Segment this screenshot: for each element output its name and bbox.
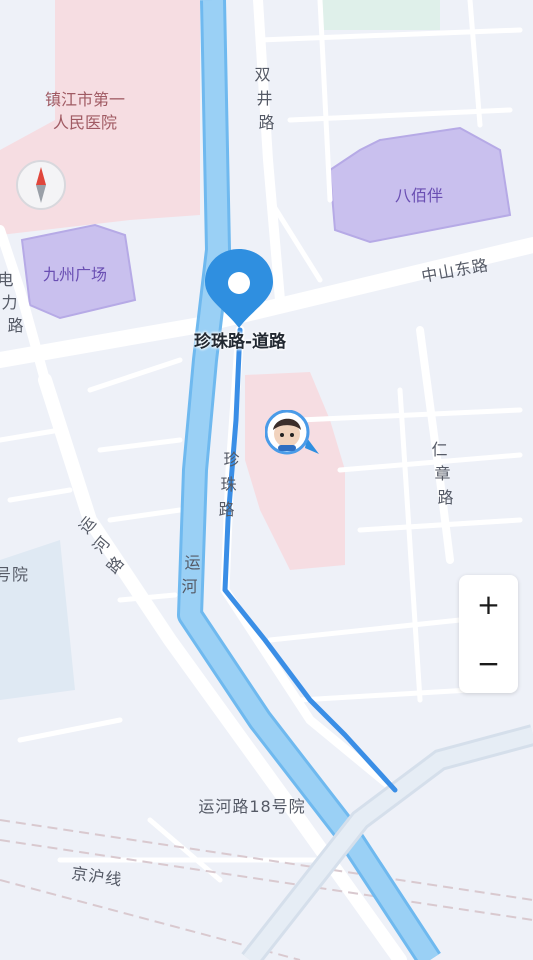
svg-text:镇江市第一: 镇江市第一 [45,90,125,109]
svg-text:双: 双 [254,65,271,84]
zoom-out-button[interactable]: − [459,634,518,693]
svg-text:仁: 仁 [431,440,448,459]
svg-text:河: 河 [181,577,198,596]
pin-label: 珍珠路-道路 [193,332,287,352]
jiuzhou-label: 九州广场 [43,265,107,284]
zoom-controls: + − [459,575,518,693]
svg-text:力: 力 [1,293,18,312]
compass-icon[interactable] [16,160,66,210]
user-avatar-icon[interactable] [264,409,319,455]
park-area [320,0,440,30]
svg-text:珍: 珍 [223,450,240,469]
svg-text:路: 路 [437,488,454,507]
svg-text:路: 路 [7,316,24,335]
zoom-in-button[interactable]: + [459,575,518,634]
svg-text:章: 章 [434,464,451,483]
svg-text:井: 井 [256,89,273,108]
svg-text:人民医院: 人民医院 [53,113,117,132]
partial-place-label: 号院 [0,565,29,584]
babaiban-label: 八佰伴 [395,186,443,205]
yunhe-road-18-label: 运河路18号院 [198,797,305,816]
svg-text:路: 路 [258,113,275,132]
svg-text:运: 运 [184,553,201,572]
svg-text:路: 路 [218,500,235,519]
svg-text:电: 电 [0,270,15,289]
map-canvas[interactable]: 镇江市第一 人民医院 九州广场 八佰伴 双 井 路 中山东路 电 力 路 珍 珠… [0,0,533,960]
svg-text:珠: 珠 [220,475,237,494]
